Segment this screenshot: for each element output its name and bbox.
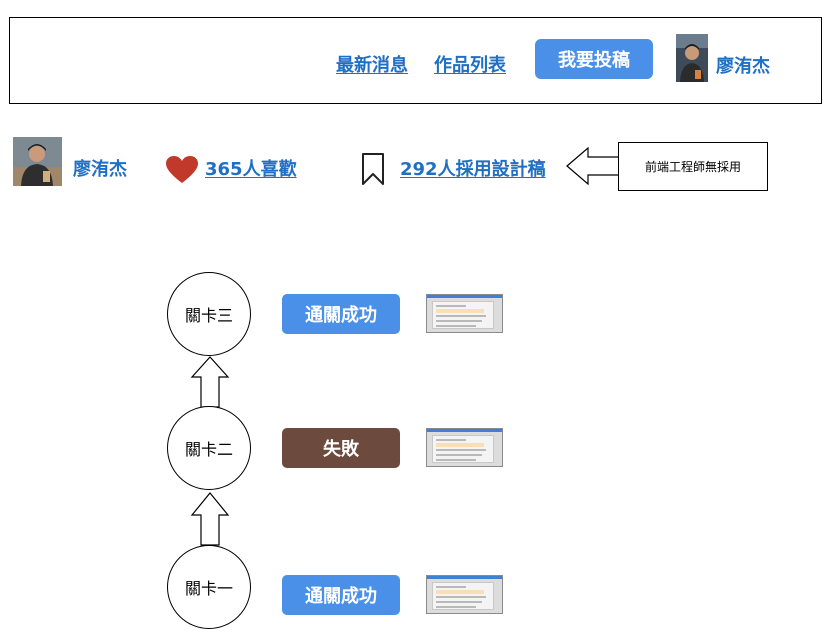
arrow-left-icon	[566, 147, 620, 185]
header-avatar[interactable]	[676, 34, 708, 82]
header-user-name[interactable]: 廖洧杰	[716, 52, 770, 78]
adoptions-link[interactable]: 292人採用設計稿	[400, 155, 546, 181]
screenshot-thumbnail[interactable]	[426, 575, 503, 614]
heart-icon[interactable]	[166, 156, 198, 184]
status-badge: 通關成功	[282, 294, 400, 334]
level-node[interactable]: 關卡三	[167, 272, 251, 356]
annotation-note: 前端工程師無採用	[618, 142, 768, 191]
screenshot-thumbnail[interactable]	[426, 428, 503, 467]
likes-link[interactable]: 365人喜歡	[205, 155, 297, 181]
status-badge: 通關成功	[282, 575, 400, 615]
screenshot-thumbnail[interactable]	[426, 294, 503, 333]
nav-link-works[interactable]: 作品列表	[434, 51, 506, 77]
nav-link-news[interactable]: 最新消息	[336, 51, 408, 77]
author-avatar[interactable]	[13, 137, 62, 186]
submit-button[interactable]: 我要投稿	[535, 39, 653, 79]
avatar-photo-icon	[676, 34, 708, 82]
level-node[interactable]: 關卡二	[167, 406, 251, 490]
arrow-up-icon	[190, 356, 230, 408]
bookmark-icon[interactable]	[361, 152, 385, 186]
level-node[interactable]: 關卡一	[167, 545, 251, 629]
author-name[interactable]: 廖洧杰	[73, 155, 127, 181]
status-badge: 失敗	[282, 428, 400, 468]
arrow-up-icon	[190, 492, 230, 546]
author-photo-icon	[13, 137, 62, 186]
